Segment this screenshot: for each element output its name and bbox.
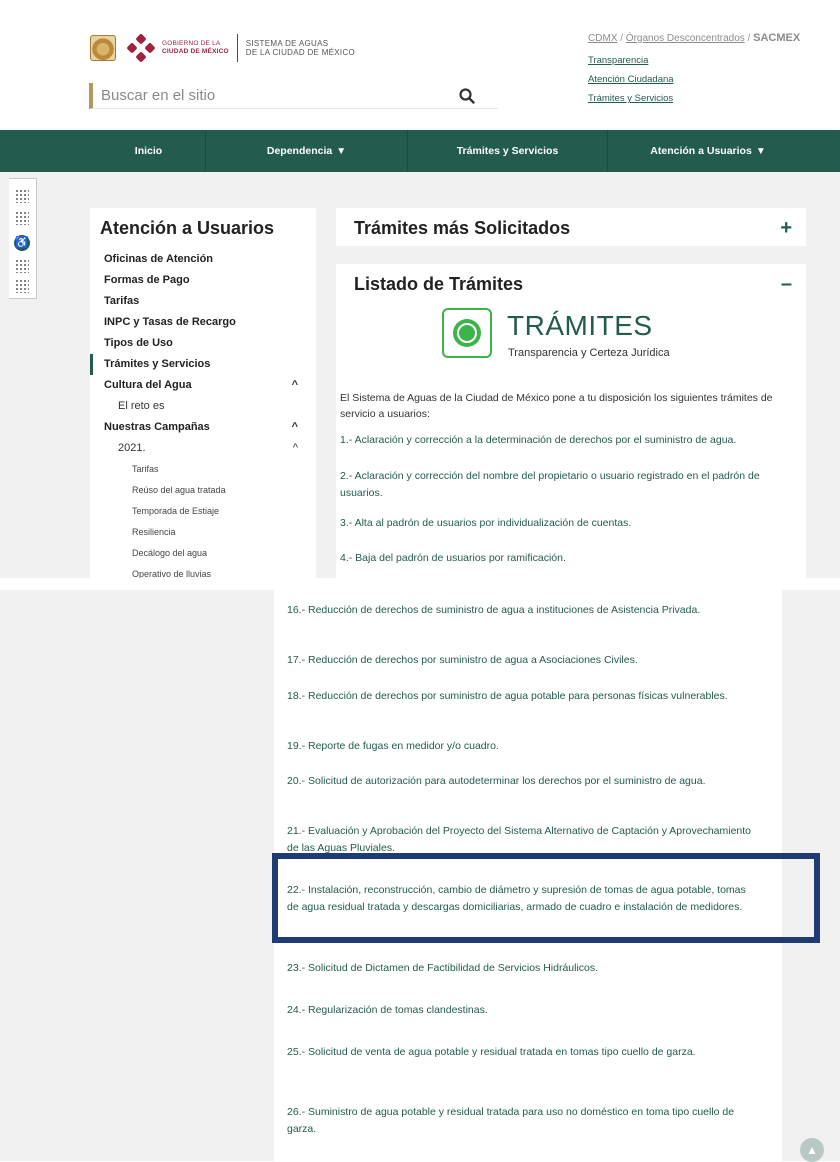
link-transparencia[interactable]: Transparencia: [588, 55, 800, 66]
sidebar-item-2021[interactable]: 2021. ^: [90, 438, 316, 459]
sidebar-item-reto[interactable]: El reto es: [90, 396, 316, 417]
nav-label: Dependencia: [266, 145, 333, 157]
tramites-logo-subtitle: Transparencia y Certeza Jurídica: [508, 347, 670, 359]
sidebar-item-estiaje[interactable]: Temporada de Estiaje: [90, 501, 316, 522]
procedure-item[interactable]: 26.- Suministro de agua potable y residu…: [287, 1104, 757, 1138]
agency-name-line2: DE LA CIUDAD DE MÉXICO: [245, 48, 356, 57]
nav-item-atencion[interactable]: Atención a Usuarios ▼: [608, 130, 808, 172]
double-chevron-up-icon[interactable]: ▲: [800, 1138, 824, 1162]
procedure-item[interactable]: 4.- Baja del padrón de usuarios por rami…: [340, 550, 790, 567]
nav-label: Inicio: [134, 145, 163, 157]
procedure-item[interactable]: 23.- Solicitud de Dictamen de Factibilid…: [287, 960, 757, 977]
sidebar-item-label: Cultura del Agua: [104, 379, 192, 391]
procedure-item[interactable]: 24.- Regularización de tomas clandestina…: [287, 1002, 757, 1019]
chevron-up-icon[interactable]: ^: [292, 417, 298, 438]
nav-label: Trámites y Servicios: [456, 145, 559, 157]
grip-icon: [15, 279, 29, 293]
gov-name-line2: CIUDAD DE MÉXICO: [162, 48, 229, 55]
procedure-item[interactable]: 2.- Aclaración y corrección del nombre d…: [340, 468, 790, 502]
header-links: CDMX / Órganos Desconcentrados / SACMEX …: [588, 32, 800, 104]
accessibility-toolbar[interactable]: ♿: [9, 178, 37, 299]
sidebar: Atención a Usuarios Oficinas de Atención…: [90, 208, 316, 578]
breadcrumb: CDMX / Órganos Desconcentrados / SACMEX: [588, 32, 800, 44]
procedure-item[interactable]: 25.- Solicitud de venta de agua potable …: [287, 1044, 757, 1061]
sidebar-list: Oficinas de Atención Formas de Pago Tari…: [90, 249, 316, 578]
tramites-logo-title: TRÁMITES: [507, 310, 653, 341]
sidebar-item-label: 2021.: [118, 442, 146, 454]
gov-name-line1: GOBIERNO DE LA: [162, 40, 221, 47]
sidebar-item-formas-pago[interactable]: Formas de Pago: [90, 270, 316, 291]
breadcrumb-separator: /: [617, 33, 626, 44]
sidebar-item-campanas[interactable]: Nuestras Campañas ^: [90, 417, 316, 438]
sidebar-item-oficinas[interactable]: Oficinas de Atención: [90, 249, 316, 270]
agency-name: SISTEMA DE AGUAS DE LA CIUDAD DE MÉXICO: [246, 39, 355, 57]
procedure-item[interactable]: 20.- Solicitud de autorización para auto…: [287, 773, 757, 790]
procedure-item[interactable]: 1.- Aclaración y corrección a la determi…: [340, 432, 790, 449]
nav-item-tramites[interactable]: Trámites y Servicios: [408, 130, 608, 172]
panel-title: Trámites más Solicitados: [354, 218, 571, 238]
link-atencion-ciudadana[interactable]: Atención Ciudadana: [588, 74, 800, 85]
search-input[interactable]: [93, 83, 453, 107]
sidebar-item-decalogo[interactable]: Decálogo del agua: [90, 543, 316, 564]
sidebar-item-label: Nuestras Campañas: [104, 421, 210, 433]
intro-text: El Sistema de Aguas de la Ciudad de Méxi…: [340, 392, 773, 420]
chevron-up-icon[interactable]: ^: [293, 438, 298, 459]
procedure-item[interactable]: 3.- Alta al padrón de usuarios por indiv…: [340, 515, 790, 532]
highlight-frame: [272, 853, 820, 943]
panel-mas-solicitados[interactable]: Trámites más Solicitados +: [336, 208, 806, 246]
tramites-logo-icon: [442, 308, 492, 358]
breadcrumb-cdmx[interactable]: CDMX: [588, 33, 617, 44]
sidebar-item-resiliencia[interactable]: Resiliencia: [90, 522, 316, 543]
grip-icon: [15, 189, 29, 203]
minus-icon[interactable]: –: [781, 264, 792, 304]
sidebar-item-tramites[interactable]: Trámites y Servicios: [90, 354, 316, 375]
logo-divider: [236, 34, 238, 62]
agency-name-line1: SISTEMA DE AGUAS: [245, 39, 329, 48]
sidebar-item-tarifas-2021[interactable]: Tarifas: [90, 459, 316, 480]
procedure-item[interactable]: 16.- Reducción de derechos de suministro…: [287, 602, 757, 619]
plus-icon[interactable]: +: [780, 208, 792, 248]
grip-icon: [15, 259, 29, 273]
accessibility-icon[interactable]: ♿: [14, 235, 30, 251]
sidebar-item-tipos-uso[interactable]: Tipos de Uso: [90, 333, 316, 354]
nav-item-inicio[interactable]: Inicio: [92, 130, 206, 172]
panel-header[interactable]: Listado de Trámites –: [336, 264, 806, 304]
procedure-item[interactable]: 21.- Evaluación y Aprobación del Proyect…: [287, 823, 757, 857]
sidebar-item-lluvias[interactable]: Operativo de lluvias: [90, 564, 316, 578]
nav-label: Atención a Usuarios: [650, 145, 752, 157]
gov-name: GOBIERNO DE LA CIUDAD DE MÉXICO: [162, 40, 229, 56]
procedure-item[interactable]: 17.- Reducción de derechos por suministr…: [287, 652, 757, 669]
cdmx-logo-icon: [126, 33, 156, 63]
breadcrumb-organos[interactable]: Órganos Desconcentrados: [626, 33, 745, 44]
chevron-down-icon: ▼: [755, 146, 766, 157]
sidebar-item-inpc[interactable]: INPC y Tasas de Recargo: [90, 312, 316, 333]
breadcrumb-current: SACMEX: [753, 32, 801, 44]
procedure-item[interactable]: 19.- Reporte de fugas en medidor y/o cua…: [287, 738, 757, 755]
breadcrumb-separator: /: [744, 33, 754, 44]
sidebar-item-reuso[interactable]: Reúso del agua tratada: [90, 480, 316, 501]
chevron-up-icon[interactable]: ^: [292, 375, 298, 396]
sidebar-item-cultura-agua[interactable]: Cultura del Agua ^: [90, 375, 316, 396]
coat-of-arms-icon: [90, 35, 116, 61]
gov-logo[interactable]: GOBIERNO DE LA CIUDAD DE MÉXICO SISTEMA …: [90, 33, 355, 63]
grip-icon: [15, 211, 29, 225]
procedure-item[interactable]: 18.- Reducción de derechos por suministr…: [287, 688, 757, 705]
tramites-logo-mark: [453, 319, 481, 347]
nav-item-dependencia[interactable]: Dependencia ▼: [206, 130, 408, 172]
link-tramites-servicios[interactable]: Trámites y Servicios: [588, 93, 800, 104]
sidebar-title: Atención a Usuarios: [100, 218, 275, 238]
panel-title: Listado de Trámites: [354, 274, 524, 294]
search-bar: [89, 83, 498, 109]
sidebar-item-tarifas[interactable]: Tarifas: [90, 291, 316, 312]
panel-header[interactable]: Trámites más Solicitados +: [336, 208, 806, 248]
main-nav: Inicio Dependencia ▼ Trámites y Servicios…: [0, 130, 840, 172]
search-icon[interactable]: [458, 87, 476, 105]
site-header: GOBIERNO DE LA CIUDAD DE MÉXICO SISTEMA …: [0, 0, 840, 128]
content-top: ♿ Atención a Usuarios Oficinas de Atenci…: [0, 172, 840, 578]
chevron-down-icon: ▼: [336, 146, 347, 157]
